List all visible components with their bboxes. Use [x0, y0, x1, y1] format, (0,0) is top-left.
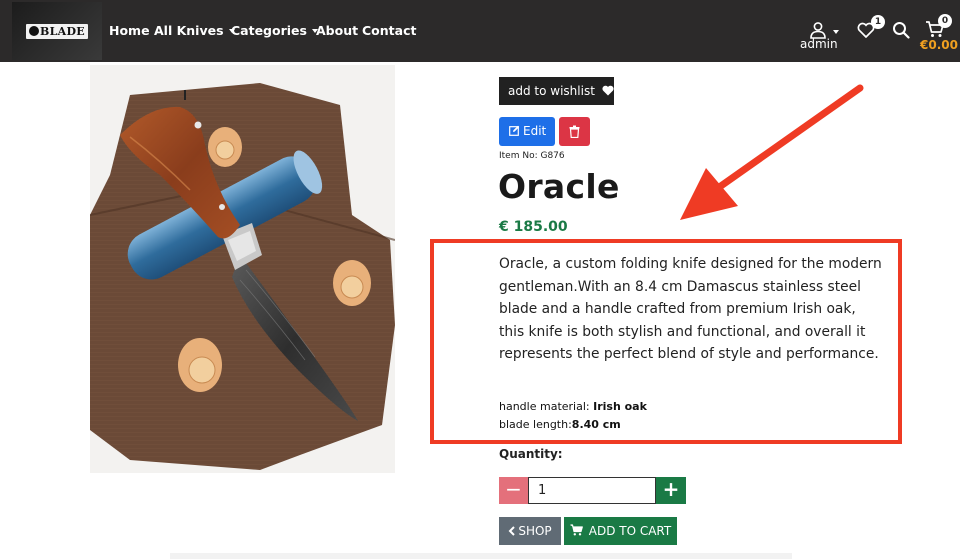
- cart-icon: [570, 524, 583, 536]
- item-number: Item No: G876: [499, 151, 565, 161]
- navbar: BLADE Home All Knives Categories About C…: [0, 0, 960, 62]
- logo-wordmark: BLADE: [26, 24, 88, 39]
- edit-button-label: Edit: [523, 124, 547, 138]
- edit-icon: [509, 125, 520, 136]
- nav-link-contact[interactable]: Contact: [362, 23, 416, 38]
- add-to-cart-button[interactable]: ADD TO CART: [564, 517, 677, 545]
- shop-button-label: SHOP: [518, 524, 552, 538]
- trash-icon: [569, 125, 580, 138]
- quantity-label: Quantity:: [499, 447, 563, 461]
- nav-link-all-knives[interactable]: All Knives: [154, 23, 235, 38]
- section-divider: [170, 553, 792, 559]
- quantity-input[interactable]: [528, 477, 656, 504]
- wishlist-count-badge: 1: [871, 15, 885, 29]
- quantity-increase-button[interactable]: +: [656, 477, 686, 504]
- chevron-left-icon: [508, 526, 516, 536]
- delete-button[interactable]: [559, 117, 590, 146]
- back-to-shop-button[interactable]: SHOP: [499, 517, 561, 545]
- product-price: € 185.00: [499, 219, 568, 235]
- product-image: [90, 65, 395, 473]
- logo-mark-icon: [29, 26, 39, 36]
- logo-text: BLADE: [40, 25, 85, 38]
- chevron-down-icon: [833, 30, 839, 34]
- nav-link-label: Categories: [231, 23, 307, 38]
- nav-link-label: All Knives: [154, 23, 224, 38]
- add-to-cart-label: ADD TO CART: [588, 524, 672, 538]
- nav-link-categories[interactable]: Categories: [231, 23, 318, 38]
- nav-link-home[interactable]: Home: [109, 23, 150, 38]
- nav-link-about[interactable]: About: [316, 23, 358, 38]
- annotation-highlight-box: [430, 239, 902, 444]
- heart-icon: [602, 85, 614, 96]
- user-label[interactable]: admin: [800, 37, 838, 51]
- product-title: Oracle: [498, 167, 620, 206]
- quantity-decrease-button[interactable]: −: [499, 477, 528, 504]
- edit-button[interactable]: Edit: [499, 117, 555, 146]
- wishlist-button-label: add to wishlist: [508, 84, 595, 98]
- cart-total[interactable]: €0.00: [920, 38, 958, 52]
- add-to-wishlist-button[interactable]: add to wishlist: [499, 77, 614, 105]
- brand-logo[interactable]: BLADE: [12, 2, 102, 60]
- product-photo: [90, 65, 395, 473]
- search-icon[interactable]: [892, 21, 910, 39]
- cart-count-badge: 0: [938, 14, 952, 28]
